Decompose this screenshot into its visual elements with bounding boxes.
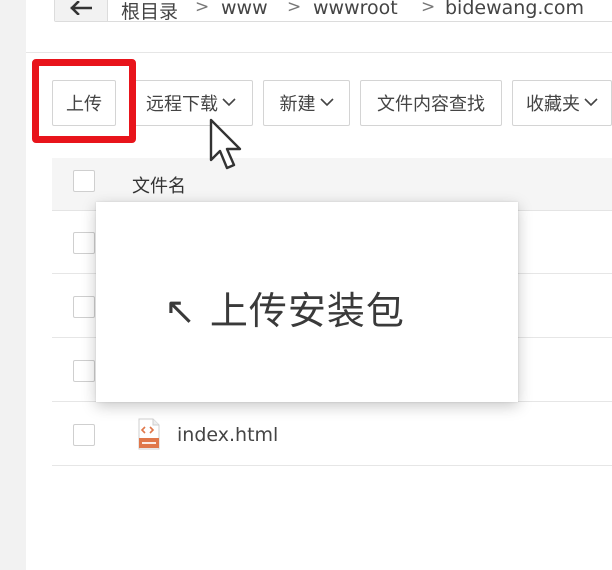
chevron-down-icon [584,97,598,106]
breadcrumb-item-wwwroot[interactable]: wwwroot [313,0,398,19]
content-search-button[interactable]: 文件内容查找 [360,80,502,126]
content-search-label: 文件内容查找 [377,94,485,115]
tooltip-text: ↖ 上传安装包 [164,289,405,333]
chevron-down-icon [319,97,334,106]
html-file-icon [138,418,160,450]
new-button[interactable]: 新建 [263,80,350,126]
breadcrumb-item-www[interactable]: www [221,0,268,19]
column-header-filename[interactable]: 文件名 [132,172,186,198]
file-name-index-html[interactable]: index.html [177,424,278,446]
row-checkbox[interactable] [73,232,95,254]
path-bar[interactable]: 根目录 > www > wwwroot > bidewang.com [54,0,612,24]
new-button-label: 新建 [279,94,316,115]
back-button[interactable] [55,0,108,21]
header-divider [26,52,612,53]
row-checkbox[interactable] [73,424,95,446]
breadcrumb-separator: > [195,0,210,17]
left-panel-strip [0,0,26,570]
breadcrumb-item-root[interactable]: 根目录 [121,0,178,24]
row-checkbox[interactable] [73,360,95,382]
favorites-label: 收藏夹 [526,94,580,115]
favorites-button[interactable]: 收藏夹 [512,80,612,126]
select-all-checkbox[interactable] [73,170,95,192]
remote-download-label: 远程下载 [146,94,218,115]
mouse-pointer-icon [209,118,242,170]
back-arrow-icon [70,1,92,15]
chevron-down-icon [222,97,236,106]
breadcrumb-separator: > [287,0,302,17]
breadcrumb-separator: > [421,0,436,17]
breadcrumb-item-domain[interactable]: bidewang.com [445,0,584,19]
row-divider [52,465,612,466]
row-checkbox[interactable] [73,296,95,318]
upload-highlight-frame [32,59,136,143]
